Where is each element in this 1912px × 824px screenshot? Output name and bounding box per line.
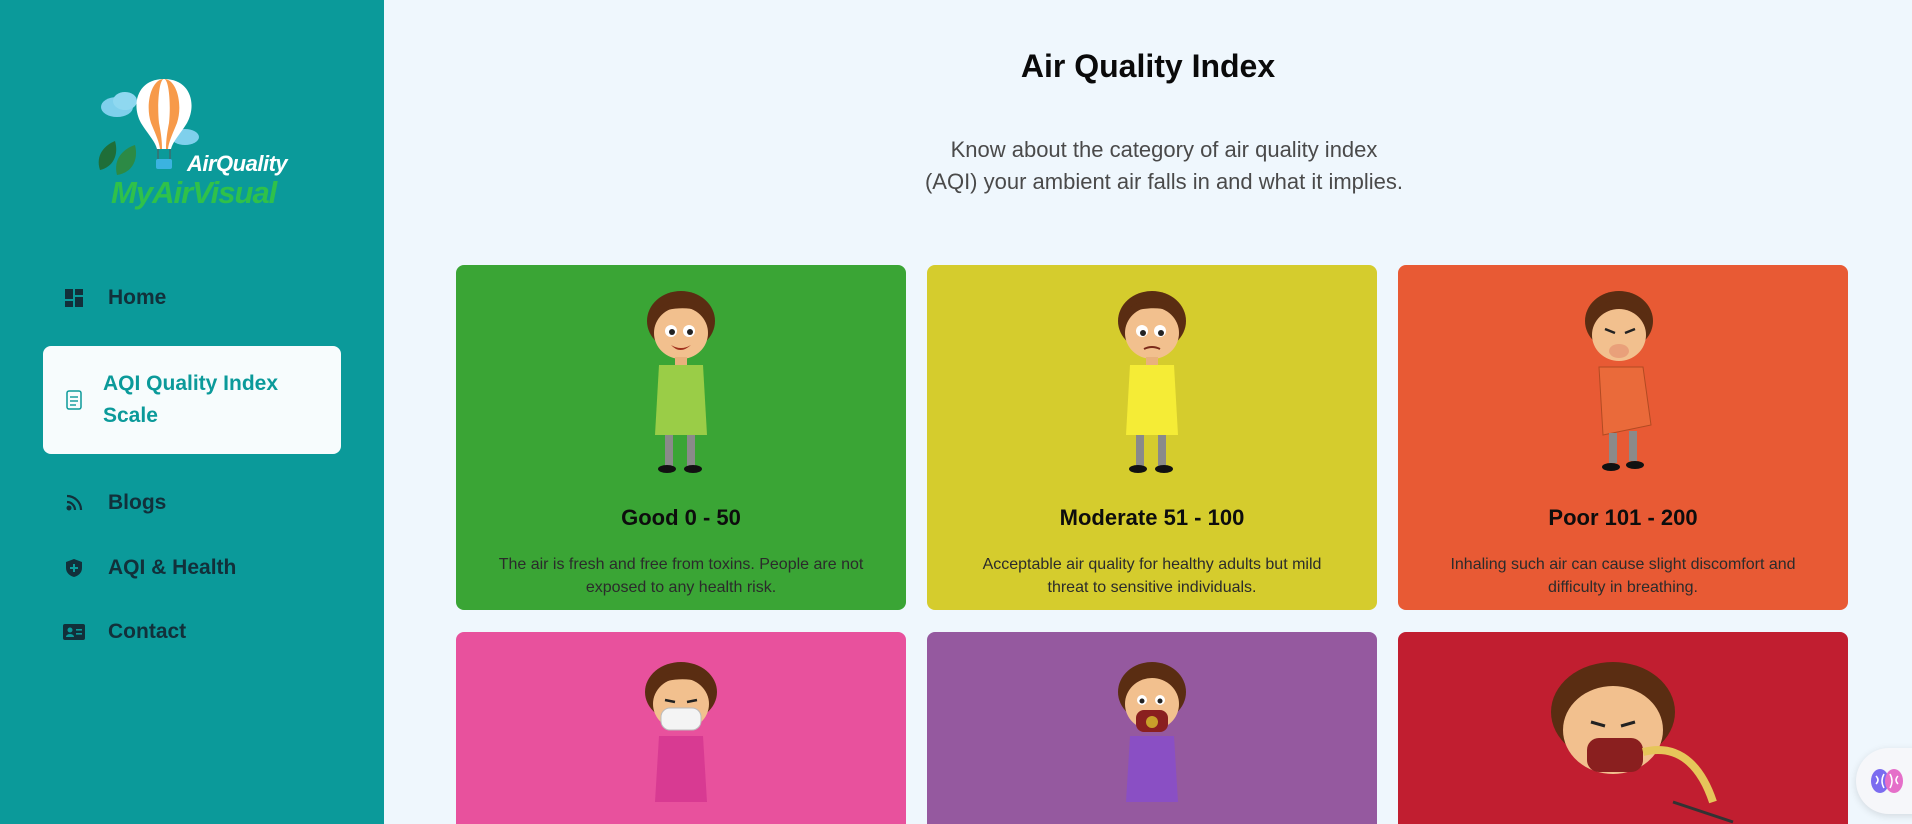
- sidebar-item-label: Contact: [108, 620, 187, 643]
- sidebar-item-aqi-scale[interactable]: AQI Quality Index Scale: [43, 346, 341, 454]
- gas-mask-boy-icon: [927, 652, 1377, 824]
- main-content: Air Quality Index Know about the categor…: [384, 0, 1912, 824]
- card-description: Acceptable air quality for healthy adult…: [982, 556, 1322, 596]
- oxygen-mask-boy-icon: [1398, 652, 1848, 824]
- aqi-card-severe: [927, 632, 1377, 824]
- sidebar: AirQuality MyAirVisual Home AQI Quality …: [0, 0, 384, 824]
- subtitle-line2: (AQI) your ambient air falls in and what…: [924, 169, 1404, 194]
- sidebar-item-label-line2: Scale: [103, 404, 158, 427]
- page-title: Air Quality Index: [1020, 48, 1276, 84]
- rss-icon: [63, 492, 85, 514]
- aqi-card-moderate: Moderate 51 - 100 Acceptable air quality…: [927, 265, 1377, 610]
- sidebar-item-label: AQI & Health: [108, 556, 237, 579]
- worried-boy-icon: [927, 285, 1377, 485]
- sidebar-item-label: AQI Quality Index Scale: [103, 368, 278, 432]
- masked-boy-icon: [456, 652, 906, 824]
- sidebar-item-aqi-health[interactable]: AQI & Health: [43, 553, 341, 583]
- card-title: Good 0 - 50: [621, 505, 741, 530]
- subtitle-line1: Know about the category of air quality i…: [950, 137, 1378, 162]
- sidebar-item-label-line1: AQI Quality Index: [103, 372, 279, 395]
- shield-plus-icon: [63, 557, 85, 579]
- brain-icon: [1871, 769, 1903, 793]
- sidebar-item-label: Home: [108, 286, 167, 309]
- happy-boy-icon: [456, 285, 906, 485]
- brand-name-top: AirQuality: [187, 151, 288, 176]
- page-subtitle: Know about the category of air quality i…: [864, 134, 1464, 198]
- sidebar-item-home[interactable]: Home: [43, 283, 341, 313]
- contact-card-icon: [63, 621, 85, 643]
- assistant-button[interactable]: [1856, 748, 1912, 814]
- sidebar-item-label: Blogs: [108, 491, 167, 514]
- card-title: Poor 101 - 200: [1548, 505, 1698, 530]
- card-title: Moderate 51 - 100: [1059, 505, 1245, 530]
- aqi-card-unhealthy: [456, 632, 906, 824]
- card-description: The air is fresh and free from toxins. P…: [498, 556, 864, 596]
- brand-logo[interactable]: AirQuality MyAirVisual: [95, 75, 295, 215]
- aqi-card-hazardous: [1398, 632, 1848, 824]
- brand-name-bottom: MyAirVisual: [111, 175, 277, 210]
- sidebar-item-blogs[interactable]: Blogs: [43, 488, 341, 518]
- sidebar-item-contact[interactable]: Contact: [43, 617, 341, 647]
- document-icon: [63, 389, 85, 411]
- coughing-boy-icon: [1398, 285, 1848, 485]
- aqi-card-poor: Poor 101 - 200 Inhaling such air can cau…: [1398, 265, 1848, 610]
- dashboard-icon: [63, 287, 85, 309]
- aqi-card-good: Good 0 - 50 The air is fresh and free fr…: [456, 265, 906, 610]
- card-description: Inhaling such air can cause slight disco…: [1450, 556, 1796, 596]
